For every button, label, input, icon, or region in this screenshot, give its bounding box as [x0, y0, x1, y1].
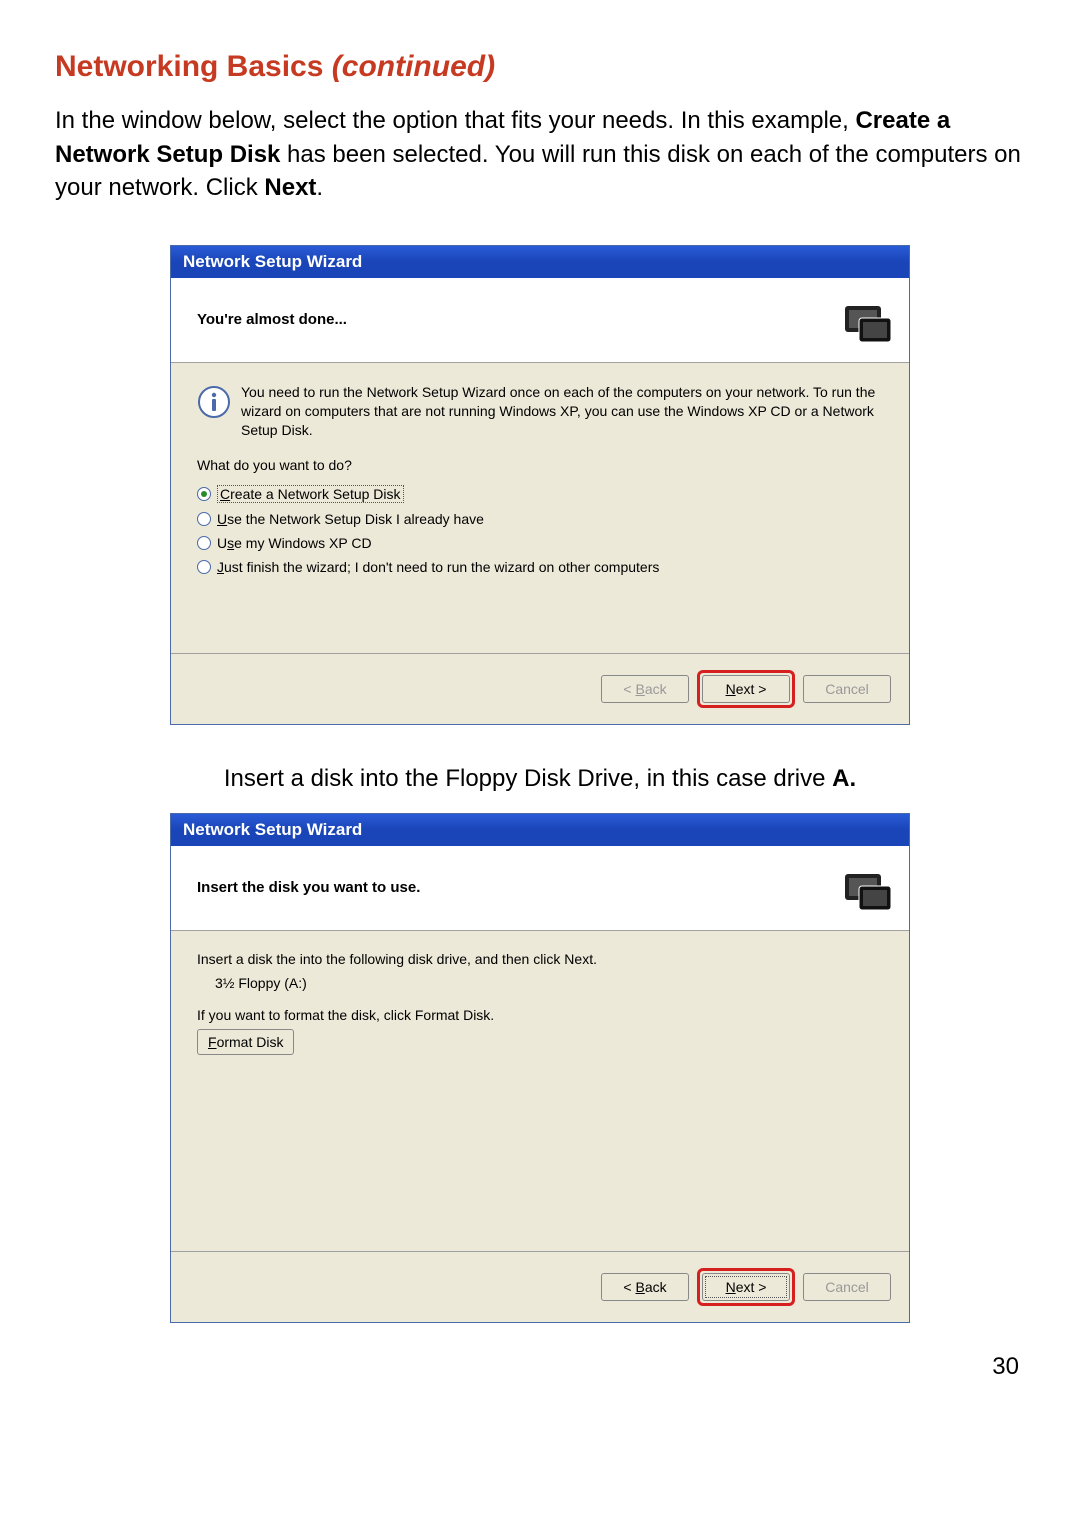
radio-just-finish[interactable]: Just finish the wizard; I don't need to … [197, 559, 883, 575]
page-number: 30 [55, 1353, 1025, 1381]
wizard2-header-title: Insert the disk you want to use. [197, 879, 420, 896]
radio-label: Create a Network Setup Disk [217, 485, 404, 503]
radio-use-existing-disk[interactable]: Use the Network Setup Disk I already hav… [197, 511, 883, 527]
wizard1-header: You're almost done... [171, 278, 909, 363]
heading-main: Networking Basics [55, 50, 332, 83]
mid-t1: Insert a disk into the Floppy Disk Drive… [224, 765, 832, 792]
wizard2-drive: 3½ Floppy (A:) [215, 975, 883, 991]
wizard2-line1: Insert a disk the into the following dis… [197, 951, 883, 967]
network-folder-icon [839, 292, 895, 348]
back-button[interactable]: < Back [601, 675, 689, 703]
network-folder-icon [839, 860, 895, 916]
next-button[interactable]: Next > [702, 1273, 790, 1301]
radio-use-xp-cd[interactable]: Use my Windows XP CD [197, 535, 883, 551]
intro-b2: Next [264, 174, 316, 201]
wizard-window-1: Network Setup Wizard You're almost done.… [170, 245, 910, 725]
wizard1-body: You need to run the Network Setup Wizard… [171, 363, 909, 653]
intro-t1: In the window below, select the option t… [55, 107, 855, 134]
radio-dot-icon [197, 487, 211, 501]
back-button[interactable]: < Back [601, 1273, 689, 1301]
radio-label: Use the Network Setup Disk I already hav… [217, 511, 484, 527]
next-button[interactable]: Next > [702, 675, 790, 703]
radio-dot-icon [197, 536, 211, 550]
intro-t3: . [316, 174, 323, 201]
cancel-button[interactable]: Cancel [803, 675, 891, 703]
page-heading: Networking Basics (continued) [55, 50, 1025, 84]
wizard1-prompt: What do you want to do? [197, 457, 883, 473]
radio-label: Just finish the wizard; I don't need to … [217, 559, 659, 575]
wizard1-titlebar: Network Setup Wizard [171, 246, 909, 278]
radio-create-disk[interactable]: Create a Network Setup Disk [197, 485, 883, 503]
cancel-button[interactable]: Cancel [803, 1273, 891, 1301]
wizard2-titlebar: Network Setup Wizard [171, 814, 909, 846]
mid-b1: A. [832, 765, 856, 792]
wizard2-line2: If you want to format the disk, click Fo… [197, 1007, 883, 1023]
mid-paragraph: Insert a disk into the Floppy Disk Drive… [55, 765, 1025, 793]
format-disk-button[interactable]: Format Disk [197, 1029, 294, 1055]
wizard2-body: Insert a disk the into the following dis… [171, 931, 909, 1251]
wizard1-footer: < Back Next > Cancel [171, 653, 909, 724]
heading-cont: (continued) [332, 50, 495, 83]
next-highlight: Next > [697, 670, 795, 708]
next-highlight: Next > [697, 1268, 795, 1306]
radio-label: Use my Windows XP CD [217, 535, 372, 551]
wizard2-header: Insert the disk you want to use. [171, 846, 909, 931]
wizard1-info-row: You need to run the Network Setup Wizard… [197, 383, 883, 440]
intro-paragraph: In the window below, select the option t… [55, 104, 1025, 205]
wizard-window-2: Network Setup Wizard Insert the disk you… [170, 813, 910, 1323]
wizard1-info-text: You need to run the Network Setup Wizard… [241, 383, 883, 440]
radio-dot-icon [197, 560, 211, 574]
radio-dot-icon [197, 512, 211, 526]
wizard1-header-title: You're almost done... [197, 311, 347, 328]
wizard2-footer: < Back Next > Cancel [171, 1251, 909, 1322]
info-icon [197, 385, 231, 419]
